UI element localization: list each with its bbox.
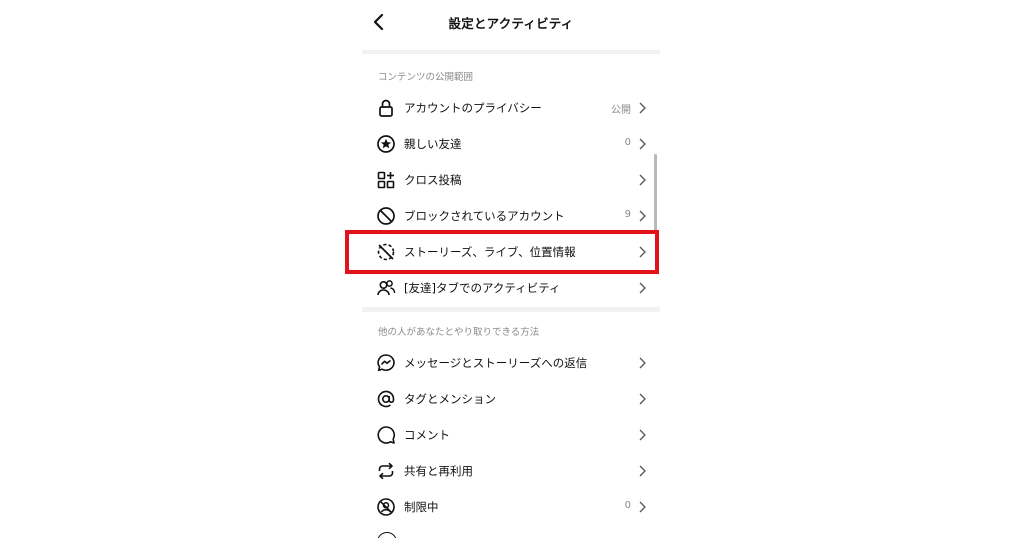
chevron-right-icon [639, 465, 646, 477]
settings-row-label: ブロックされているアカウント [404, 209, 565, 223]
settings-row-label: [友達]タブでのアクティビティ [404, 281, 561, 295]
settings-row-value: 0 [624, 137, 631, 148]
star-circle-icon [375, 133, 397, 155]
settings-row-sharing-remixes[interactable]: 共有と再利用 [362, 453, 660, 489]
section-heading-content-visibility: コンテンツの公開範囲 [378, 72, 474, 83]
section-heading-interactions: 他の人があなたとやり取りできる方法 [378, 327, 540, 338]
next-row-icon-partial [377, 532, 397, 538]
settings-row-blocked-accounts[interactable]: ブロックされているアカウント 9 [362, 198, 660, 234]
at-sign-icon [375, 388, 397, 410]
settings-row-account-privacy[interactable]: アカウントのプライバシー 公開 [362, 90, 660, 126]
settings-row-cross-posting[interactable]: クロス投稿 [362, 162, 660, 198]
chevron-right-icon [639, 210, 646, 222]
settings-row-value: 公開 [611, 105, 631, 116]
chevron-right-icon [639, 393, 646, 405]
settings-row-label: アカウントのプライバシー [404, 101, 542, 115]
settings-row-label: コメント [404, 428, 450, 442]
restricted-icon [375, 496, 397, 518]
settings-row-close-friends[interactable]: 親しい友達 0 [362, 126, 660, 162]
settings-row-label: クロス投稿 [404, 173, 462, 187]
header-divider [362, 50, 660, 54]
chevron-right-icon [639, 357, 646, 369]
settings-row-value: 0 [624, 500, 631, 511]
block-icon [375, 205, 397, 227]
settings-row-tags-mentions[interactable]: タグとメンション [362, 381, 660, 417]
chevron-right-icon [639, 282, 646, 294]
settings-row-label: 親しい友達 [404, 137, 462, 151]
settings-row-label: 制限中 [404, 500, 439, 514]
page-title: 設定とアクティビティ [448, 16, 574, 31]
settings-row-friends-tab-activity[interactable]: [友達]タブでのアクティビティ [362, 270, 660, 306]
settings-row-messages-replies[interactable]: メッセージとストーリーズへの返信 [362, 345, 660, 381]
chevron-right-icon [639, 501, 646, 513]
settings-row-restricted[interactable]: 制限中 0 [362, 489, 660, 525]
chevron-right-icon [639, 138, 646, 150]
scrollbar[interactable] [654, 154, 657, 232]
settings-row-comments[interactable]: コメント [362, 417, 660, 453]
chevron-right-icon [639, 174, 646, 186]
chevron-right-icon [639, 102, 646, 114]
lock-icon [375, 97, 397, 119]
settings-row-label: 共有と再利用 [404, 464, 473, 478]
comment-icon [375, 424, 397, 446]
section-divider [362, 307, 660, 312]
people-icon [375, 277, 397, 299]
chevron-right-icon [639, 429, 646, 441]
repost-icon [375, 460, 397, 482]
settings-row-label: メッセージとストーリーズへの返信 [404, 356, 588, 370]
highlight-box [345, 230, 659, 274]
grid-plus-icon [375, 169, 397, 191]
messenger-icon [375, 352, 397, 374]
settings-row-label: タグとメンション [404, 392, 496, 406]
header: 設定とアクティビティ [362, 0, 660, 50]
settings-row-value: 9 [624, 209, 631, 220]
